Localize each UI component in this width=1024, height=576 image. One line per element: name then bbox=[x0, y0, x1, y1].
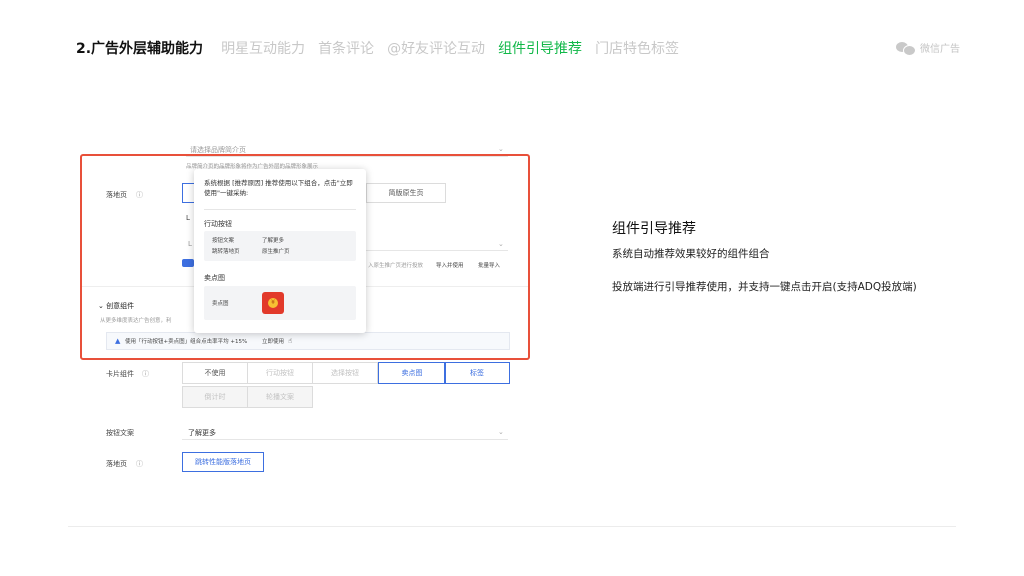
landing2-option[interactable]: 跳转性能版落地页 bbox=[182, 452, 264, 472]
row-value: 原生推广页 bbox=[262, 249, 290, 255]
landing2-label: 落地页 bbox=[106, 460, 127, 468]
brand-name: 微信广告 bbox=[920, 44, 960, 55]
card-option-carousel[interactable]: 轮播文案 bbox=[247, 386, 313, 408]
popup-action-card: 按钮文案 了解更多 跳转落地页 原生推广页 bbox=[204, 231, 356, 261]
feature-title: 组件引导推荐 bbox=[612, 221, 696, 237]
tab-star-interaction[interactable]: 明星互动能力 bbox=[221, 38, 305, 58]
selling-key: 卖点图 bbox=[212, 301, 229, 307]
tab-friend-comment[interactable]: @好友评论互动 bbox=[387, 38, 485, 58]
card-option-tag[interactable]: 标签 bbox=[444, 362, 510, 384]
card-option-none[interactable]: 不使用 bbox=[182, 362, 248, 384]
tab-store-tags[interactable]: 门店特色标签 bbox=[595, 38, 679, 58]
row-key: 按钮文案 bbox=[212, 238, 235, 244]
popup-selling-section: 卖点图 bbox=[204, 274, 225, 282]
card-option-countdown[interactable]: 倒计时 bbox=[182, 386, 248, 408]
section-title: 2.广告外层辅助能力 bbox=[76, 41, 204, 57]
help-icon: ⓘ bbox=[136, 460, 143, 468]
red-packet-icon: ¥ bbox=[262, 292, 284, 314]
help-icon: ⓘ bbox=[142, 370, 149, 378]
tab-component-recommend[interactable]: 组件引导推荐 bbox=[498, 38, 582, 58]
feature-line-1: 系统自动推荐效果较好的组件组合 bbox=[612, 248, 770, 260]
popup-selling-card: 卖点图 ¥ bbox=[204, 286, 356, 320]
chevron-down-icon: ⌄ bbox=[498, 145, 504, 153]
row-value: 了解更多 bbox=[262, 238, 285, 244]
feature-nav: 2.广告外层辅助能力 明星互动能力 首条评论 @好友评论互动 组件引导推荐 门店… bbox=[76, 38, 692, 58]
button-copy-label: 按钮文案 bbox=[106, 429, 134, 437]
wechat-icon bbox=[896, 41, 916, 56]
brand-logo: 微信广告 bbox=[896, 40, 960, 56]
feature-description: 组件引导推荐 系统自动推荐效果较好的组件组合 投放端进行引导推荐使用，并支持一键… bbox=[612, 218, 1012, 294]
card-option-selling[interactable]: 卖点图 bbox=[378, 362, 446, 384]
recommend-popup: 系统根据 [推荐原因] 推荐使用以下组合，点击"立即使用"一键采纳: 行动按钮 … bbox=[194, 169, 366, 333]
product-screenshot: 请选择品牌简介页 ⌄ 品牌简介页的品牌形象将作为广告外层的品牌形象展示 落地页 … bbox=[76, 136, 534, 478]
popup-action-section: 行动按钮 bbox=[204, 220, 232, 228]
popup-message: 系统根据 [推荐原因] 推荐使用以下组合，点击"立即使用"一键采纳: bbox=[204, 179, 353, 197]
row-key: 跳转落地页 bbox=[212, 249, 240, 255]
bottom-divider bbox=[68, 526, 956, 527]
tab-first-comment[interactable]: 首条评论 bbox=[318, 38, 374, 58]
feature-line-2: 投放端进行引导推荐使用，并支持一键点击开启(支持ADQ投放端) bbox=[612, 281, 917, 293]
card-option-action[interactable]: 行动按钮 bbox=[247, 362, 313, 384]
card-label: 卡片组件 bbox=[106, 370, 134, 378]
chevron-down-icon: ⌄ bbox=[498, 428, 504, 436]
top-bar: 2.广告外层辅助能力 明星互动能力 首条评论 @好友评论互动 组件引导推荐 门店… bbox=[76, 38, 960, 62]
button-copy-select[interactable]: 了解更多 bbox=[188, 428, 216, 438]
card-option-select[interactable]: 选择按钮 bbox=[312, 362, 378, 384]
